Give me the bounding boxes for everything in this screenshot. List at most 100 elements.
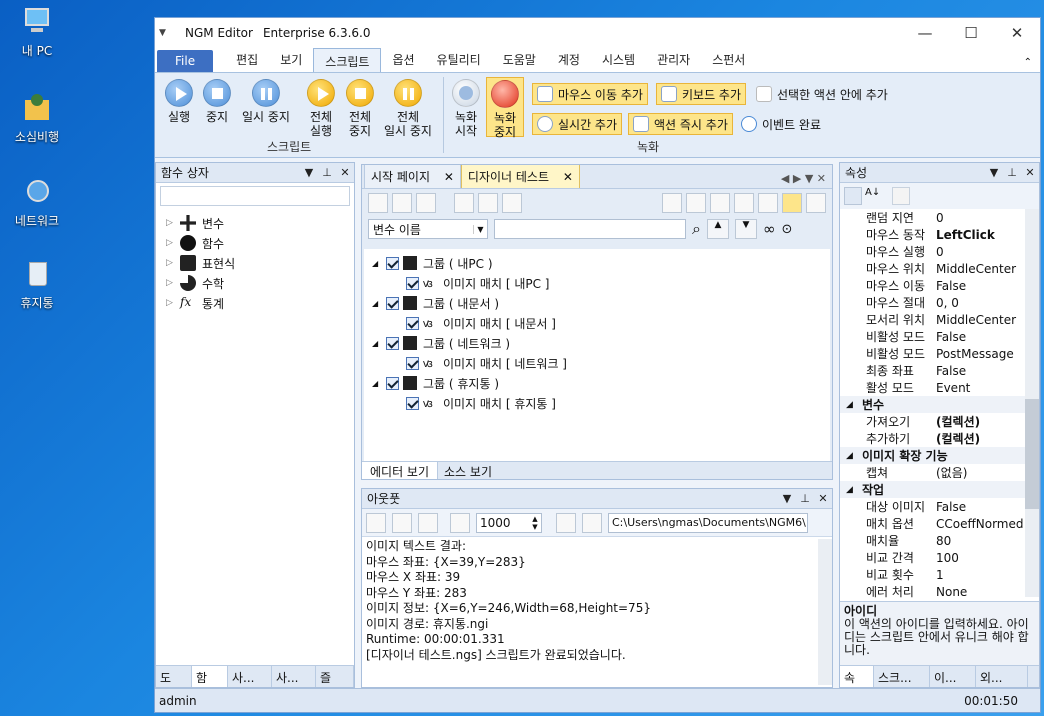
output-scrollbar[interactable] xyxy=(818,539,832,685)
dropdown-icon[interactable]: ▼ xyxy=(778,492,796,505)
minimize-button[interactable]: — xyxy=(902,24,948,42)
tree-item-function[interactable]: ▷ 함수 xyxy=(166,233,354,253)
add-mouse-move-button[interactable]: 마우스 이동 추가 xyxy=(532,83,648,105)
desktop-icon-user[interactable]: 소심비행 xyxy=(6,92,68,145)
dropdown-icon[interactable]: ▼ xyxy=(985,166,1003,179)
tab-script[interactable]: 스크... xyxy=(874,666,930,687)
add-action-now-button[interactable]: 액션 즉시 추가 xyxy=(628,113,733,135)
action-checkbox[interactable] xyxy=(406,276,419,290)
checkbox-icon[interactable] xyxy=(710,193,730,213)
property-category[interactable]: ◢ 변수 xyxy=(840,396,1039,413)
menu-account[interactable]: 계정 xyxy=(547,51,591,72)
close-icon[interactable]: ✕ xyxy=(336,166,354,179)
tree-group-row[interactable]: ◢ 그룹 ( 휴지통 ) xyxy=(372,373,830,393)
expand-icon[interactable]: ◢ xyxy=(372,379,386,388)
record-start-button[interactable]: 녹화 시작 xyxy=(444,79,488,138)
step-icon[interactable] xyxy=(454,193,474,213)
expand-icon[interactable]: ◢ xyxy=(372,299,386,308)
property-category[interactable]: ◢ 작업 xyxy=(840,481,1039,498)
tree-item-expression[interactable]: ▷ 표현식 xyxy=(166,253,354,273)
group-checkbox[interactable] xyxy=(386,256,399,270)
tree-action-row[interactable]: ꟃ 이미지 매치 [ 내문서 ] xyxy=(372,313,830,333)
folder-icon[interactable] xyxy=(582,512,602,533)
menu-script[interactable]: 스크립트 xyxy=(313,48,382,72)
stop-button[interactable]: 중지 xyxy=(195,79,239,124)
wand-icon[interactable] xyxy=(366,512,386,533)
property-row[interactable]: 에러 처리 None xyxy=(840,583,1039,600)
tab-functions[interactable]: 함 xyxy=(192,666,228,687)
close-icon[interactable]: ✕ xyxy=(814,492,832,505)
property-row[interactable]: 비활성 모드 PostMessage xyxy=(840,345,1039,362)
document-icon[interactable] xyxy=(392,512,412,533)
add-in-selected-button[interactable]: 선택한 액션 안에 추가 xyxy=(752,83,892,105)
pin-icon[interactable]: ⊥ xyxy=(1003,166,1021,179)
menu-sponsor[interactable]: 스펀서 xyxy=(701,51,756,72)
line-count-stepper[interactable]: 1000 ▲ ▼ xyxy=(476,512,542,533)
property-row[interactable]: 매치율 80 xyxy=(840,532,1039,549)
stop-all-button[interactable]: 전체 중지 xyxy=(338,79,382,138)
search-input[interactable] xyxy=(494,219,686,239)
variable-select[interactable]: 변수 이름 ▼ xyxy=(368,219,488,239)
tab-documents[interactable]: 도 xyxy=(156,666,192,687)
stop-icon[interactable] xyxy=(416,193,436,213)
tab-favorites[interactable]: 즐 xyxy=(316,666,354,687)
group-checkbox[interactable] xyxy=(386,336,399,350)
screen-icon[interactable] xyxy=(806,193,826,213)
close-icon[interactable]: ✕ xyxy=(1021,166,1039,179)
check-all-icon[interactable] xyxy=(686,193,706,213)
tree-group-row[interactable]: ◢ 그룹 ( 네트워크 ) xyxy=(372,333,830,353)
pause-all-button[interactable]: 전체 일시 중지 xyxy=(379,79,437,138)
close-button[interactable]: ✕ xyxy=(994,24,1040,42)
tab-nav-icons[interactable]: ◀ ▶ ▼ ✕ xyxy=(775,169,832,188)
property-row[interactable]: 비교 횟수 1 xyxy=(840,566,1039,583)
tab-source-view[interactable]: 소스 보기 xyxy=(438,462,498,479)
dropdown-icon[interactable]: ▼ xyxy=(300,166,318,179)
menu-file[interactable]: File xyxy=(157,50,214,72)
collapse-ribbon-icon[interactable]: ⌃ xyxy=(1024,57,1032,72)
quick-access-icon[interactable]: ▼ xyxy=(159,28,175,38)
action-checkbox[interactable] xyxy=(406,396,419,410)
property-row[interactable]: 최종 좌표 False xyxy=(840,362,1039,379)
pause-button[interactable]: 일시 중지 xyxy=(239,79,293,124)
action-checkbox[interactable] xyxy=(406,316,419,330)
tab-start-page[interactable]: 시작 페이지 ✕ xyxy=(364,165,461,188)
eraser-icon[interactable] xyxy=(450,512,470,533)
categorized-icon[interactable] xyxy=(844,187,862,205)
tree-group-row[interactable]: ◢ 그룹 ( 내PC ) xyxy=(372,253,830,273)
property-row[interactable]: 가져오기 (컬렉션) xyxy=(840,413,1039,430)
tree-item-math[interactable]: ▷ 수학 xyxy=(166,273,354,293)
sort-alpha-icon[interactable]: A↓ xyxy=(865,187,883,205)
tab-designer-test[interactable]: 디자이너 테스트 ✕ xyxy=(460,165,580,188)
property-row[interactable]: 랜덤 지연 0 xyxy=(840,209,1039,226)
more-icon[interactable]: ⊙ xyxy=(781,222,792,237)
menu-help[interactable]: 도움말 xyxy=(492,51,547,72)
tree-group-row[interactable]: ◢ 그룹 ( 내문서 ) xyxy=(372,293,830,313)
pin-icon[interactable]: ⊥ xyxy=(318,166,336,179)
property-row[interactable]: 마우스 이동 False xyxy=(840,277,1039,294)
property-row[interactable]: 마우스 절대 0, 0 xyxy=(840,294,1039,311)
property-scrollbar[interactable] xyxy=(1025,209,1039,597)
tab-user-functions[interactable]: 사... xyxy=(272,666,316,687)
expand-icon[interactable]: ◢ xyxy=(372,259,386,268)
tab-image[interactable]: 이... xyxy=(930,666,976,687)
property-row[interactable]: 마우스 동작 LeftClick xyxy=(840,226,1039,243)
step-over-icon[interactable] xyxy=(502,193,522,213)
property-row[interactable]: 캡쳐 (없음) xyxy=(840,464,1039,481)
property-row[interactable]: 모서리 위치 MiddleCenter xyxy=(840,311,1039,328)
tree-action-row[interactable]: ꟃ 이미지 매치 [ 내PC ] xyxy=(372,273,830,293)
loop-icon[interactable]: ∞ xyxy=(763,220,776,238)
property-row[interactable]: 추가하기 (컬렉션) xyxy=(840,430,1039,447)
play-icon[interactable] xyxy=(368,193,388,213)
tab-external[interactable]: 외... xyxy=(976,666,1028,687)
tree-action-row[interactable]: ꟃ 이미지 매치 [ 네트워크 ] xyxy=(372,353,830,373)
record-stop-button[interactable]: 녹화 중지 xyxy=(486,77,524,139)
tree-item-statistics[interactable]: ▷ fx 통계 xyxy=(166,293,354,313)
desktop-icon-my-pc[interactable]: 내 PC xyxy=(6,6,68,59)
add-realtime-button[interactable]: 실시간 추가 xyxy=(532,113,623,135)
desktop-icon-recycle-bin[interactable]: 휴지통 xyxy=(6,258,68,311)
log-path-field[interactable]: C:\Users\ngmas\Documents\NGM6\ xyxy=(608,512,808,533)
group-checkbox[interactable] xyxy=(386,296,399,310)
menu-system[interactable]: 시스템 xyxy=(591,51,646,72)
pause-icon[interactable] xyxy=(392,193,412,213)
action-checkbox[interactable] xyxy=(406,356,419,370)
